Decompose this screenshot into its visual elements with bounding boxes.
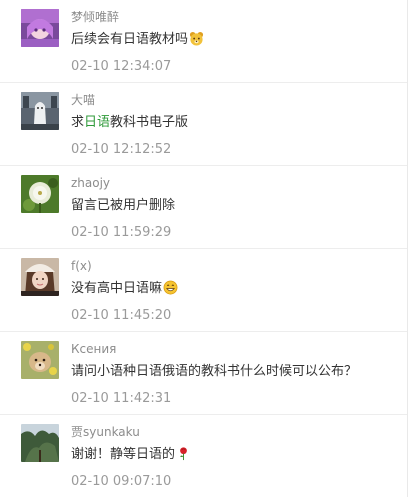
comment-text-body: 后续会有日语教材吗	[71, 32, 189, 47]
username[interactable]: Ксения	[71, 342, 116, 356]
username[interactable]: f(x)	[71, 259, 92, 273]
rose-emoji	[176, 446, 191, 461]
comment-text: 留言已被用户删除	[71, 198, 176, 213]
comment-list: 梦倾唯醉 后续会有日语教材吗 02-10 12:34:07 大喵 求日语教科书电…	[0, 0, 413, 497]
comment-item: Ксения 请问小语种日语俄语的教科书什么时候可以公布？ 02-10 11:4…	[0, 332, 407, 415]
timestamp: 02-10 12:34:07	[71, 59, 172, 74]
tree-sky-avatar[interactable]	[21, 424, 59, 462]
username[interactable]: zhaojy	[71, 176, 110, 190]
comment-item: 贾syunkaku 谢谢！静等日语的 02-10 09:07:10	[0, 415, 407, 498]
timestamp: 02-10 12:12:52	[71, 142, 172, 157]
comment-item: f(x) 没有高中日语嘛 02-10 11:45:20	[0, 249, 407, 332]
comment-text-body: 谢谢！静等日语的	[71, 447, 176, 462]
timestamp: 02-10 09:07:10	[71, 474, 172, 489]
comment-text: 请问小语种日语俄语的教科书什么时候可以公布？	[71, 364, 358, 379]
username[interactable]: 大喵	[71, 93, 95, 107]
right-scroll-edge	[407, 0, 408, 497]
comment-text: 谢谢！静等日语的	[71, 446, 191, 463]
username[interactable]: 贾syunkaku	[71, 425, 140, 439]
username[interactable]: 梦倾唯醉	[71, 10, 119, 24]
comment-text-suffix: 教科书电子版	[110, 115, 189, 130]
bear-face-emoji	[189, 31, 204, 46]
comment-text: 没有高中日语嘛	[71, 280, 178, 297]
grinning-face-emoji	[163, 280, 178, 295]
girl-with-hat-avatar[interactable]	[21, 258, 59, 296]
timestamp: 02-10 11:59:29	[71, 225, 172, 240]
dog-with-flowers-avatar[interactable]	[21, 341, 59, 379]
dandelion-avatar[interactable]	[21, 175, 59, 213]
timestamp: 02-10 11:42:31	[71, 391, 172, 406]
comment-item: zhaojy 留言已被用户删除 02-10 11:59:29	[0, 166, 407, 249]
timestamp: 02-10 11:45:20	[71, 308, 172, 323]
comment-text-prefix: 求	[71, 115, 85, 130]
comment-item: 大喵 求日语教科书电子版 02-10 12:12:52	[0, 83, 407, 166]
ghost-figure-avatar[interactable]	[21, 92, 59, 130]
comment-text-body: 没有高中日语嘛	[71, 281, 163, 296]
anime-girl-avatar[interactable]	[21, 9, 59, 47]
highlighted-keyword: 日语	[84, 115, 111, 130]
comment-text: 求日语教科书电子版	[71, 114, 188, 131]
comment-text: 后续会有日语教材吗	[71, 31, 204, 48]
comment-item: 梦倾唯醉 后续会有日语教材吗 02-10 12:34:07	[0, 0, 407, 83]
